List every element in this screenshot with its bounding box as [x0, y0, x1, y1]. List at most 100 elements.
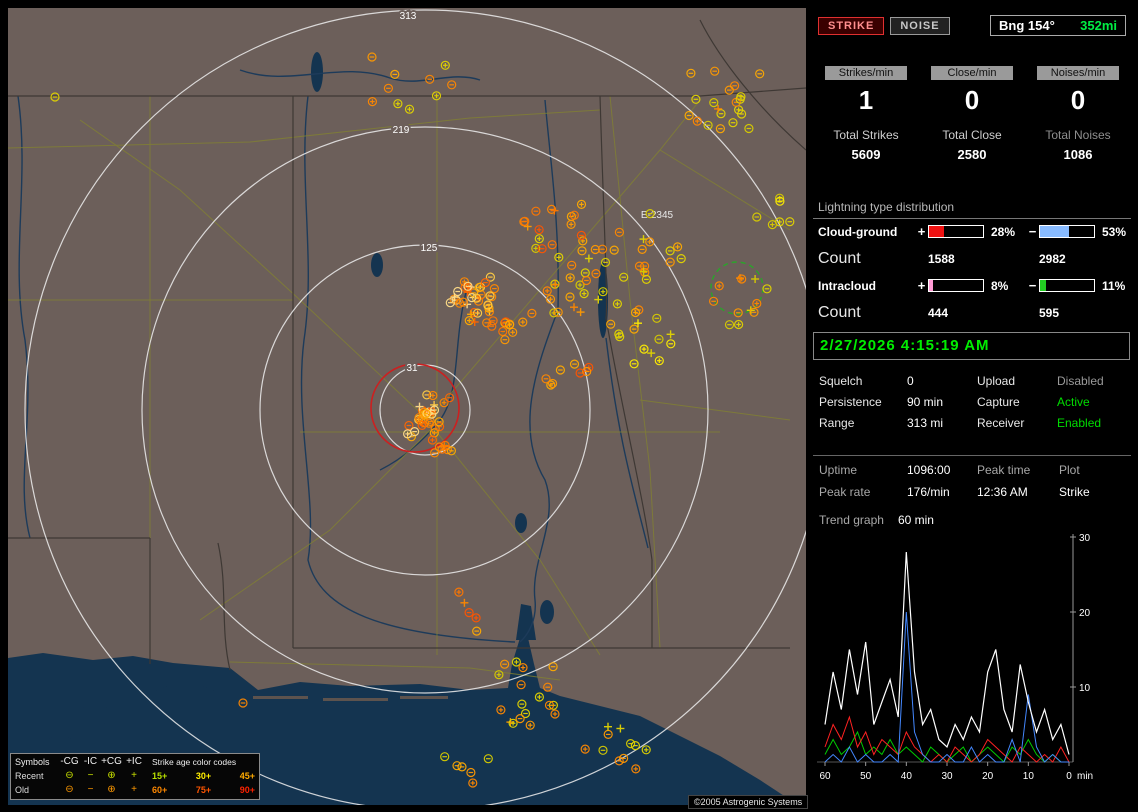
intracloud-label: Intracloud	[818, 279, 915, 293]
peak-rate-value: 176/min	[907, 485, 977, 499]
svg-text:313: 313	[400, 11, 417, 22]
noises-per-min-chip: Noises/min	[1037, 66, 1119, 80]
datetime-box: 2/27/2026 4:15:19 AM	[813, 332, 1130, 360]
status-panel: STRIKE NOISE Bng 154° 352mi Strikes/min …	[813, 8, 1131, 804]
intracloud-count-row: Count 444 595	[813, 304, 1131, 322]
range-label: Range	[819, 416, 907, 430]
ic-minus-bar	[1039, 279, 1095, 292]
noises-per-min-value: 0	[1025, 86, 1131, 114]
cg-minus-count: 2982	[1039, 252, 1097, 266]
lightning-map[interactable]: 31321912531E-2345	[8, 8, 806, 805]
peak-rate-label: Peak rate	[819, 485, 907, 499]
svg-text:10: 10	[1023, 771, 1035, 782]
cg-plus-count: 1588	[928, 252, 986, 266]
ic-plus-old-icon: +	[122, 785, 146, 795]
svg-text:30: 30	[941, 771, 953, 782]
upload-value: Disabled	[1057, 374, 1127, 388]
strikes-per-min-value: 1	[813, 86, 919, 114]
total-close-value: 2580	[919, 147, 1025, 162]
capture-value: Active	[1057, 395, 1127, 409]
total-strikes-value: 5609	[813, 147, 919, 162]
squelch-label: Squelch	[819, 374, 907, 388]
nexstorm-window: 31321912531E-2345 Symbols -CG -IC +CG +I…	[0, 0, 1138, 812]
receiver-value: Enabled	[1057, 416, 1127, 430]
bearing-box: Bng 154° 352mi	[990, 15, 1126, 36]
rate-chips-row: Strikes/min Close/min Noises/min	[813, 63, 1131, 81]
cg-plus-old-icon: ⊕	[101, 785, 122, 795]
upload-label: Upload	[977, 374, 1057, 388]
uptime-section: Uptime 1096:00 Peak time Plot Peak rate …	[813, 455, 1131, 499]
minus-sign: −	[1026, 278, 1039, 293]
uptime-value: 1096:00	[907, 463, 977, 477]
svg-text:20: 20	[982, 771, 994, 782]
uptime-label: Uptime	[819, 463, 907, 477]
close-per-min-chip: Close/min	[931, 66, 1013, 80]
plus-sign: +	[915, 224, 928, 239]
cg-plus-bar	[928, 225, 984, 238]
roads-layer	[8, 96, 790, 680]
age-codes-row-1: 15+ 30+ 45+	[146, 771, 255, 781]
intracloud-row: Intracloud + 8% − 11%	[813, 278, 1131, 293]
ic-plus-pct: 8%	[986, 279, 1026, 293]
age-codes-row-2: 60+ 75+ 90+	[146, 785, 255, 795]
peak-time-label: Peak time	[977, 463, 1059, 477]
trend-graph-label: Trend graph	[819, 513, 884, 527]
capture-label: Capture	[977, 395, 1057, 409]
svg-text:31: 31	[406, 363, 418, 374]
age-30: 30+	[196, 771, 211, 781]
squelch-value: 0	[907, 374, 977, 388]
map-labels: 31321912531E-2345	[393, 11, 674, 374]
svg-text:30: 30	[1079, 533, 1091, 544]
legend-type-cg-minus: -CG	[59, 757, 80, 767]
ic-plus-count: 444	[928, 306, 986, 320]
cg-minus-recent-icon: ⊖	[59, 771, 80, 781]
legend-symbols-header: Symbols	[15, 757, 59, 767]
datetime-value: 2/27/2026 4:15:19 AM	[820, 337, 990, 354]
rate-values-row: 1 0 0	[813, 86, 1131, 114]
total-strikes-label: Total Strikes	[813, 128, 919, 142]
trend-graph-canvas: 3020106050403020100min	[813, 530, 1131, 792]
persistence-label: Persistence	[819, 395, 907, 409]
trend-window-value: 60 min	[898, 513, 934, 527]
ic-plus-bar	[928, 279, 984, 292]
copyright-text: ©2005 Astrogenic Systems	[688, 795, 808, 809]
cloud-ground-label: Cloud-ground	[818, 225, 915, 239]
receiver-label: Receiver	[977, 416, 1057, 430]
svg-text:50: 50	[860, 771, 872, 782]
bearing-label: Bng 154°	[999, 18, 1055, 33]
map-canvas: 31321912531E-2345	[8, 8, 806, 805]
age-45: 45+	[240, 771, 255, 781]
plus-sign: +	[915, 278, 928, 293]
count-label: Count	[818, 250, 915, 268]
trend-graph: 3020106050403020100min	[813, 530, 1131, 797]
symbol-legend: Symbols -CG -IC +CG +IC Strike age color…	[10, 753, 260, 800]
count-label: Count	[818, 304, 915, 322]
age-75: 75+	[196, 785, 211, 795]
total-noises-label: Total Noises	[1025, 128, 1131, 142]
settings-grid: Squelch 0 Upload Disabled Persistence 90…	[813, 374, 1131, 430]
svg-text:40: 40	[901, 771, 913, 782]
total-noises-value: 1086	[1025, 147, 1131, 162]
close-per-min-value: 0	[919, 86, 1025, 114]
cg-plus-recent-icon: ⊕	[101, 771, 122, 781]
legend-old-label: Old	[15, 785, 59, 795]
trend-graph-header: Trend graph 60 min	[813, 513, 1131, 527]
svg-text:20: 20	[1079, 608, 1091, 619]
range-value: 313 mi	[907, 416, 977, 430]
svg-text:min: min	[1077, 771, 1093, 782]
panel-top-bar: STRIKE NOISE Bng 154° 352mi	[813, 15, 1131, 36]
legend-type-ic-minus: -IC	[80, 757, 101, 767]
ic-minus-count: 595	[1039, 306, 1097, 320]
persistence-value: 90 min	[907, 395, 977, 409]
strikes-per-min-chip: Strikes/min	[825, 66, 907, 80]
legend-type-cg-plus: +CG	[101, 757, 122, 767]
plot-label: Plot	[1059, 463, 1117, 477]
svg-text:60: 60	[819, 771, 831, 782]
noise-button[interactable]: NOISE	[890, 17, 949, 35]
ic-minus-old-icon: −	[80, 785, 101, 795]
strike-button[interactable]: STRIKE	[818, 17, 884, 35]
svg-text:125: 125	[421, 243, 438, 254]
svg-text:219: 219	[393, 125, 410, 136]
legend-age-header: Strike age color codes	[146, 757, 255, 767]
ic-plus-recent-icon: +	[122, 771, 146, 781]
